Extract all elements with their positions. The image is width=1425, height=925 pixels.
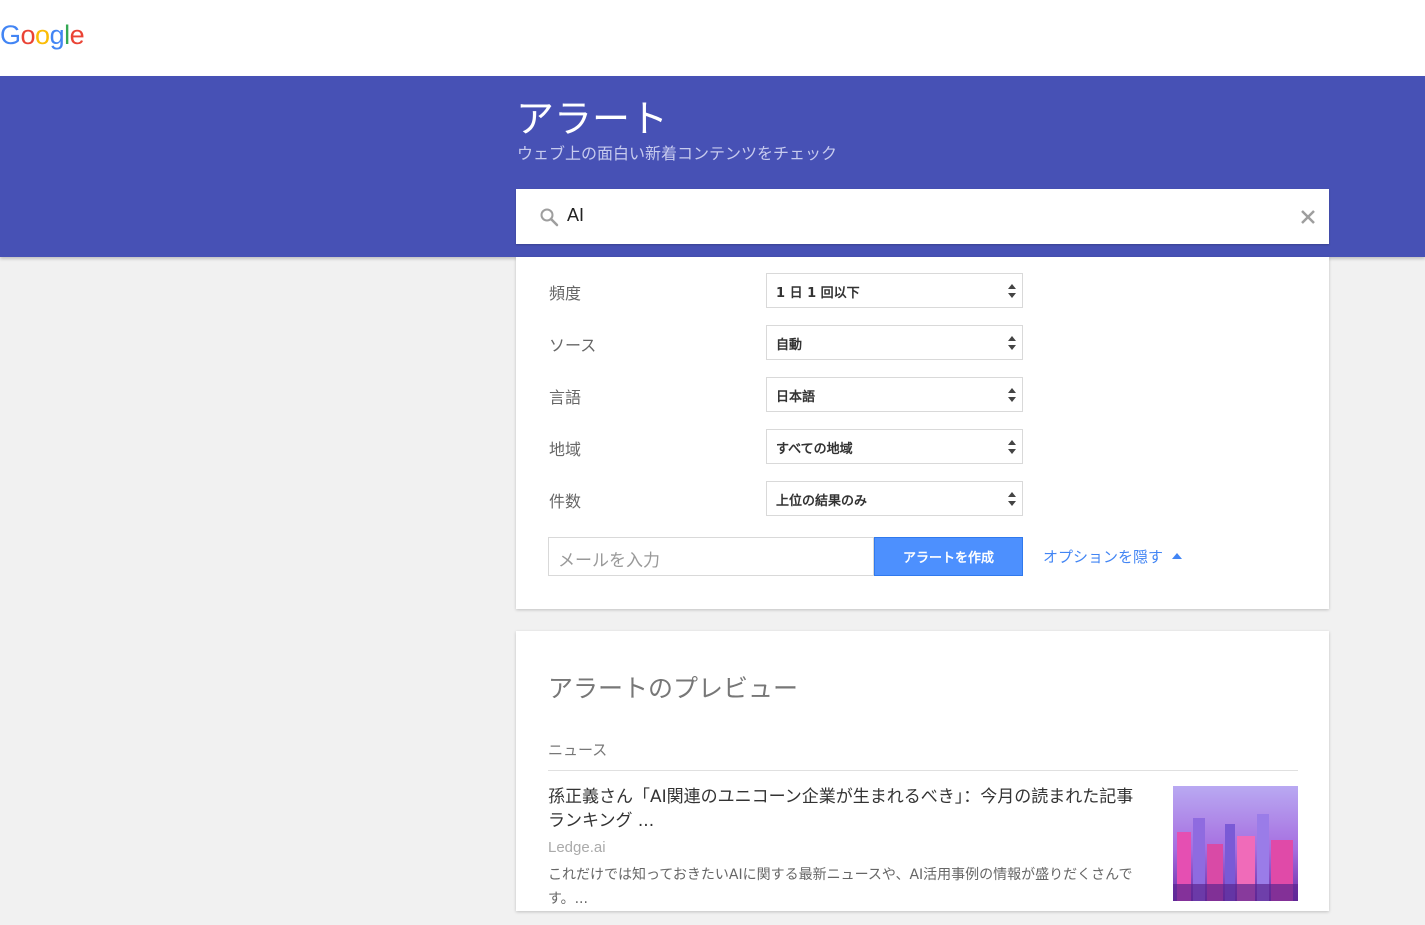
source-value: 自動 [776,338,803,353]
alerts-header: アラート ウェブ上の面白い新着コンテンツをチェック AI [0,76,1425,257]
language-value: 日本語 [776,390,816,405]
language-select[interactable]: 日本語 [766,377,1023,412]
count-value: 上位の結果のみ [776,494,868,509]
caret-up-icon [1172,553,1183,559]
option-row-source: ソース 自動 [516,325,1329,360]
page-subtitle: ウェブ上の面白い新着コンテンツをチェック [517,144,838,163]
option-row-language: 言語 日本語 [516,377,1329,412]
logo-letter: e [69,20,85,50]
logo-letter: o [35,20,50,50]
option-row-count: 件数 上位の結果のみ [516,481,1329,516]
region-select[interactable]: すべての地域 [766,429,1023,464]
preview-section-news: ニュース [548,741,608,759]
option-label-language: 言語 [549,388,582,407]
option-label-source: ソース [549,336,597,355]
preview-title: アラートのプレビュー [548,674,799,703]
updown-arrows-icon [1008,492,1016,506]
updown-arrows-icon [1008,388,1016,402]
divider [548,770,1298,771]
news-snippet: これだけでは知っておきたいAIに関する最新ニュースや、AI活用事例の情報が盛りだ… [548,867,1133,907]
option-row-region: 地域 すべての地域 [516,429,1329,464]
option-row-frequency: 頻度 1 日 1 回以下 [516,273,1329,308]
google-logo[interactable]: Google [0,20,85,51]
alert-options-card: 頻度 1 日 1 回以下 ソース 自動 言語 日本語 地域 すべての地域 件数 … [516,257,1329,609]
region-value: すべての地域 [776,442,853,457]
updown-arrows-icon [1008,336,1016,350]
email-field[interactable]: メールを入力 [548,537,874,576]
frequency-value: 1 日 1 回以下 [776,286,860,301]
updown-arrows-icon [1008,284,1016,298]
news-source: Ledge.ai [548,839,606,856]
hide-options-link[interactable]: オプションを隠す [1043,546,1183,567]
logo-letter: G [0,20,21,50]
search-icon [540,208,559,227]
logo-letter: g [49,20,65,50]
source-select[interactable]: 自動 [766,325,1023,360]
alert-query-value[interactable]: AI [567,205,584,226]
page-title: アラート [516,97,669,141]
option-label-frequency: 頻度 [549,284,582,303]
top-bar: Google [0,0,1425,76]
frequency-select[interactable]: 1 日 1 回以下 [766,273,1023,308]
news-thumbnail-image[interactable] [1173,786,1298,901]
option-label-region: 地域 [549,440,582,459]
logo-letter: o [20,20,36,50]
hide-options-label: オプションを隠す [1043,548,1164,566]
email-placeholder: メールを入力 [558,551,660,571]
updown-arrows-icon [1008,440,1016,454]
close-icon[interactable] [1297,206,1319,228]
news-title-link[interactable]: 孫正義さん「AI関連のユニコーン企業が生まれるべき」：今月の読まれた記事ランキン… [548,785,1148,833]
alert-query-input[interactable]: AI [516,189,1329,244]
option-label-count: 件数 [549,492,582,511]
create-alert-button[interactable]: アラートを作成 [874,537,1023,576]
count-select[interactable]: 上位の結果のみ [766,481,1023,516]
news-item: 孫正義さん「AI関連のユニコーン企業が生まれるべき」：今月の読まれた記事ランキン… [548,785,1298,925]
alert-preview-card: アラートのプレビュー ニュース 孫正義さん「AI関連のユニコーン企業が生まれるべ… [516,631,1329,911]
